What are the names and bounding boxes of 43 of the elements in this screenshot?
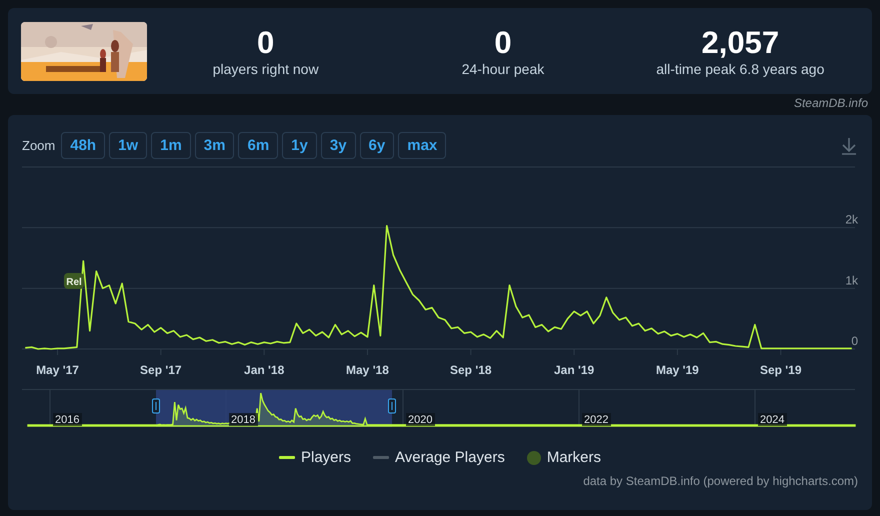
zoom-button[interactable]: 6y (360, 132, 394, 159)
stat-value: 0 (257, 25, 274, 61)
download-icon[interactable] (840, 136, 858, 156)
zoom-button[interactable]: 48h (61, 132, 106, 159)
stat-value: 0 (494, 25, 512, 61)
legend-item[interactable]: Average Players (395, 449, 505, 466)
zoom-label: Zoom (22, 138, 56, 153)
legend-item[interactable]: Markers (546, 449, 601, 466)
x-axis-label: Jan '19 (554, 363, 594, 377)
stat-label: all-time peak 6.8 years ago (656, 61, 824, 77)
y-axis-label: 0 (851, 334, 858, 348)
x-axis-label: May '19 (656, 363, 699, 377)
y-axis-label: 2k (845, 212, 858, 227)
zoom-button[interactable]: 6m (238, 132, 278, 159)
x-axis-label: May '18 (346, 363, 389, 377)
zoom-button[interactable]: 1m (151, 132, 191, 159)
x-axis-label: Sep '19 (760, 363, 802, 377)
x-axis-label: Sep '17 (140, 363, 182, 377)
zoom-button[interactable]: 1y (282, 132, 317, 159)
credit-link[interactable]: SteamDB.info (794, 96, 868, 110)
navigator-handle[interactable] (152, 398, 160, 414)
source-note: data by SteamDB.info (powered by highcharts.com) (583, 474, 858, 488)
zoom-button[interactable]: 3y (320, 132, 356, 159)
navigator-window[interactable] (156, 390, 392, 427)
navigator-year: 2020 (408, 414, 432, 426)
navigator-year: 2022 (584, 414, 608, 426)
y-axis-label: 1k (845, 273, 858, 288)
legend-item[interactable]: Players (301, 449, 352, 466)
navigator-year: 2024 (760, 414, 784, 426)
x-axis-label: Sep '18 (450, 363, 492, 377)
marker-flag[interactable]: Rel (64, 273, 84, 289)
stat-value: 2,057 (702, 25, 780, 61)
zoom-button[interactable]: max (398, 132, 446, 159)
navigator-year: 2018 (231, 414, 256, 426)
x-axis-label: Jan '18 (244, 363, 284, 377)
navigator-year: 2016 (55, 414, 80, 426)
x-axis-label: May '17 (36, 363, 79, 377)
stat-label: 24-hour peak (462, 61, 544, 77)
zoom-button[interactable]: 1w (109, 132, 148, 159)
annotation: Rel (66, 277, 82, 288)
stat-label: players right now (212, 61, 319, 77)
navigator-handle[interactable] (388, 398, 396, 414)
zoom-button[interactable]: 3m (194, 132, 234, 159)
